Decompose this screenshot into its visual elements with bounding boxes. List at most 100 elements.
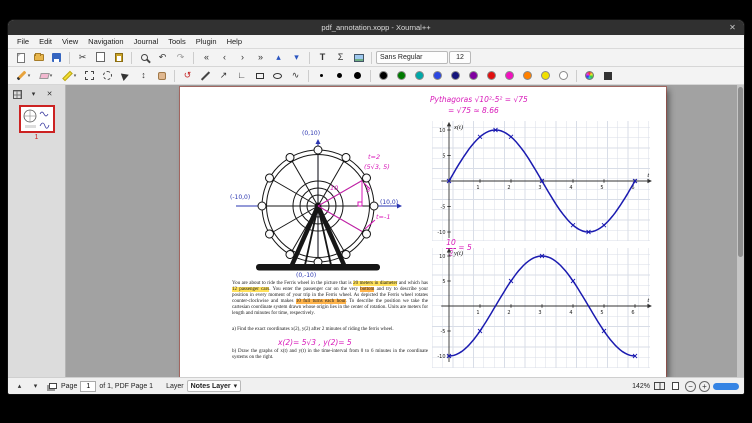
- color-button-white[interactable]: [555, 68, 572, 83]
- color-swatch-magenta-icon: [505, 71, 514, 80]
- page-number-input[interactable]: [80, 381, 96, 392]
- sidebar-close-button[interactable]: ✕: [43, 88, 56, 100]
- toolbar-separator: [370, 70, 371, 82]
- new-file-button[interactable]: [12, 50, 29, 65]
- save-button[interactable]: [48, 50, 65, 65]
- vertical-scrollbar-thumb[interactable]: [738, 87, 743, 257]
- first-page-button[interactable]: «: [198, 50, 215, 65]
- sidebar-header: ▾ ✕: [8, 87, 65, 103]
- shape-recognizer-button[interactable]: ↺: [179, 68, 196, 83]
- sidebar-collapse-button[interactable]: ▾: [27, 88, 40, 100]
- menu-item-view[interactable]: View: [57, 37, 83, 46]
- coordinate-system-tool-button[interactable]: ∟: [233, 68, 250, 83]
- menu-item-help[interactable]: Help: [222, 37, 247, 46]
- cut-button[interactable]: ✂: [74, 50, 91, 65]
- select-object-tool-button[interactable]: [117, 68, 134, 83]
- thickness-fine-button[interactable]: [313, 68, 330, 83]
- color-button-yellow[interactable]: [537, 68, 554, 83]
- color-button-blue[interactable]: [429, 68, 446, 83]
- thickness-thick-button[interactable]: [349, 68, 366, 83]
- next-page-button[interactable]: ›: [234, 50, 251, 65]
- scroll-up-button[interactable]: ▴: [13, 380, 26, 392]
- fill-toggle-button[interactable]: [599, 68, 616, 83]
- vertical-scrollbar[interactable]: [737, 85, 744, 377]
- highlighter-icon: [62, 70, 73, 81]
- color-button-orange[interactable]: [519, 68, 536, 83]
- insert-image-button[interactable]: [350, 50, 367, 65]
- previous-page-button[interactable]: ‹: [216, 50, 233, 65]
- rectangle-tool-button[interactable]: [251, 68, 268, 83]
- titlebar: pdf_annotation.xopp - Xournal++ ✕: [8, 20, 744, 35]
- svg-text:y(t): y(t): [453, 250, 463, 257]
- hand-tool-button[interactable]: [153, 68, 170, 83]
- color-button-red[interactable]: [483, 68, 500, 83]
- undo-button[interactable]: ↶: [154, 50, 171, 65]
- color-swatch-red-icon: [487, 71, 496, 80]
- paste-button[interactable]: [110, 50, 127, 65]
- color-swatch-orange-icon: [523, 71, 532, 80]
- scroll-down-button[interactable]: ▾: [29, 380, 42, 392]
- search-button[interactable]: [136, 50, 153, 65]
- menu-item-journal[interactable]: Journal: [129, 37, 164, 46]
- color-button-purple[interactable]: [465, 68, 482, 83]
- zoom-slider[interactable]: [713, 383, 739, 390]
- color-swatch-blue-icon: [433, 71, 442, 80]
- color-button-black[interactable]: [375, 68, 392, 83]
- ruler-tool-button[interactable]: [197, 68, 214, 83]
- text-tool-button[interactable]: T: [314, 50, 331, 65]
- pdf-page[interactable]: (0,10) (-10,0) (10,0) (0,-10) t=2 (5√3, …: [180, 87, 666, 377]
- zoom-out-button[interactable]: −: [685, 381, 696, 392]
- color-swatch-yellow-icon: [541, 71, 550, 80]
- redo-button[interactable]: ↷: [172, 50, 189, 65]
- select-region-tool-button[interactable]: [99, 68, 116, 83]
- zoom-in-button[interactable]: +: [699, 381, 710, 392]
- undo-icon: ↶: [159, 53, 167, 62]
- sidebar-preview-tab-button[interactable]: [11, 88, 24, 100]
- toolbar-separator: [131, 52, 132, 64]
- highlighter-tool-button[interactable]: ▾: [58, 68, 80, 83]
- menu-item-plugin[interactable]: Plugin: [191, 37, 222, 46]
- color-button-green[interactable]: [393, 68, 410, 83]
- previous-annotated-page-button[interactable]: ▴: [270, 50, 287, 65]
- page-label: Page: [61, 383, 77, 390]
- pen-tool-button[interactable]: ▾: [12, 68, 34, 83]
- menu-item-tools[interactable]: Tools: [163, 37, 191, 46]
- arrow-tool-button[interactable]: ↗: [215, 68, 232, 83]
- dual-page-view-button[interactable]: [653, 380, 666, 392]
- menu-item-navigation[interactable]: Navigation: [83, 37, 128, 46]
- color-swatch-white-icon: [559, 71, 568, 80]
- toolbar-tools: ▾ ▾ ▾ ↕ ↺ ↗ ∟ ∿: [8, 67, 744, 85]
- select-rect-tool-button[interactable]: [81, 68, 98, 83]
- search-icon: [141, 54, 148, 61]
- canvas[interactable]: (0,10) (-10,0) (10,0) (0,-10) t=2 (5√3, …: [66, 85, 744, 377]
- copy-button[interactable]: [92, 50, 109, 65]
- single-page-view-button[interactable]: [669, 380, 682, 392]
- color-button-magenta[interactable]: [501, 68, 518, 83]
- toolbar-separator: [174, 70, 175, 82]
- toolbar-separator: [69, 52, 70, 64]
- menu-item-file[interactable]: File: [12, 37, 34, 46]
- page-thumbnail[interactable]: [19, 105, 55, 133]
- thickness-medium-button[interactable]: [331, 68, 348, 83]
- ink-t-equals-2: t=2: [368, 153, 380, 161]
- spline-tool-button[interactable]: ∿: [287, 68, 304, 83]
- ellipse-tool-button[interactable]: [269, 68, 286, 83]
- open-file-button[interactable]: [30, 50, 47, 65]
- graph-x-of-t-plot: 123456105-5-10x(t)t: [432, 121, 650, 241]
- color-button-teal[interactable]: [411, 68, 428, 83]
- vertical-space-tool-button[interactable]: ↕: [135, 68, 152, 83]
- tex-tool-button[interactable]: Σ: [332, 50, 349, 65]
- eraser-tool-button[interactable]: ▾: [35, 68, 57, 83]
- last-page-button[interactable]: »: [252, 50, 269, 65]
- menu-item-edit[interactable]: Edit: [34, 37, 57, 46]
- color-picker-button[interactable]: [581, 68, 598, 83]
- layer-select[interactable]: Notes Layer ▾: [187, 380, 242, 392]
- rectangle-shape-icon: [256, 73, 264, 79]
- color-swatch-black-icon: [379, 71, 388, 80]
- window-close-button[interactable]: ✕: [727, 22, 738, 33]
- layer-sidebar-button[interactable]: [45, 380, 58, 392]
- font-size-select[interactable]: 12: [449, 51, 471, 64]
- next-annotated-page-button[interactable]: ▾: [288, 50, 305, 65]
- font-name-select[interactable]: Sans Regular: [376, 51, 448, 64]
- color-button-navy[interactable]: [447, 68, 464, 83]
